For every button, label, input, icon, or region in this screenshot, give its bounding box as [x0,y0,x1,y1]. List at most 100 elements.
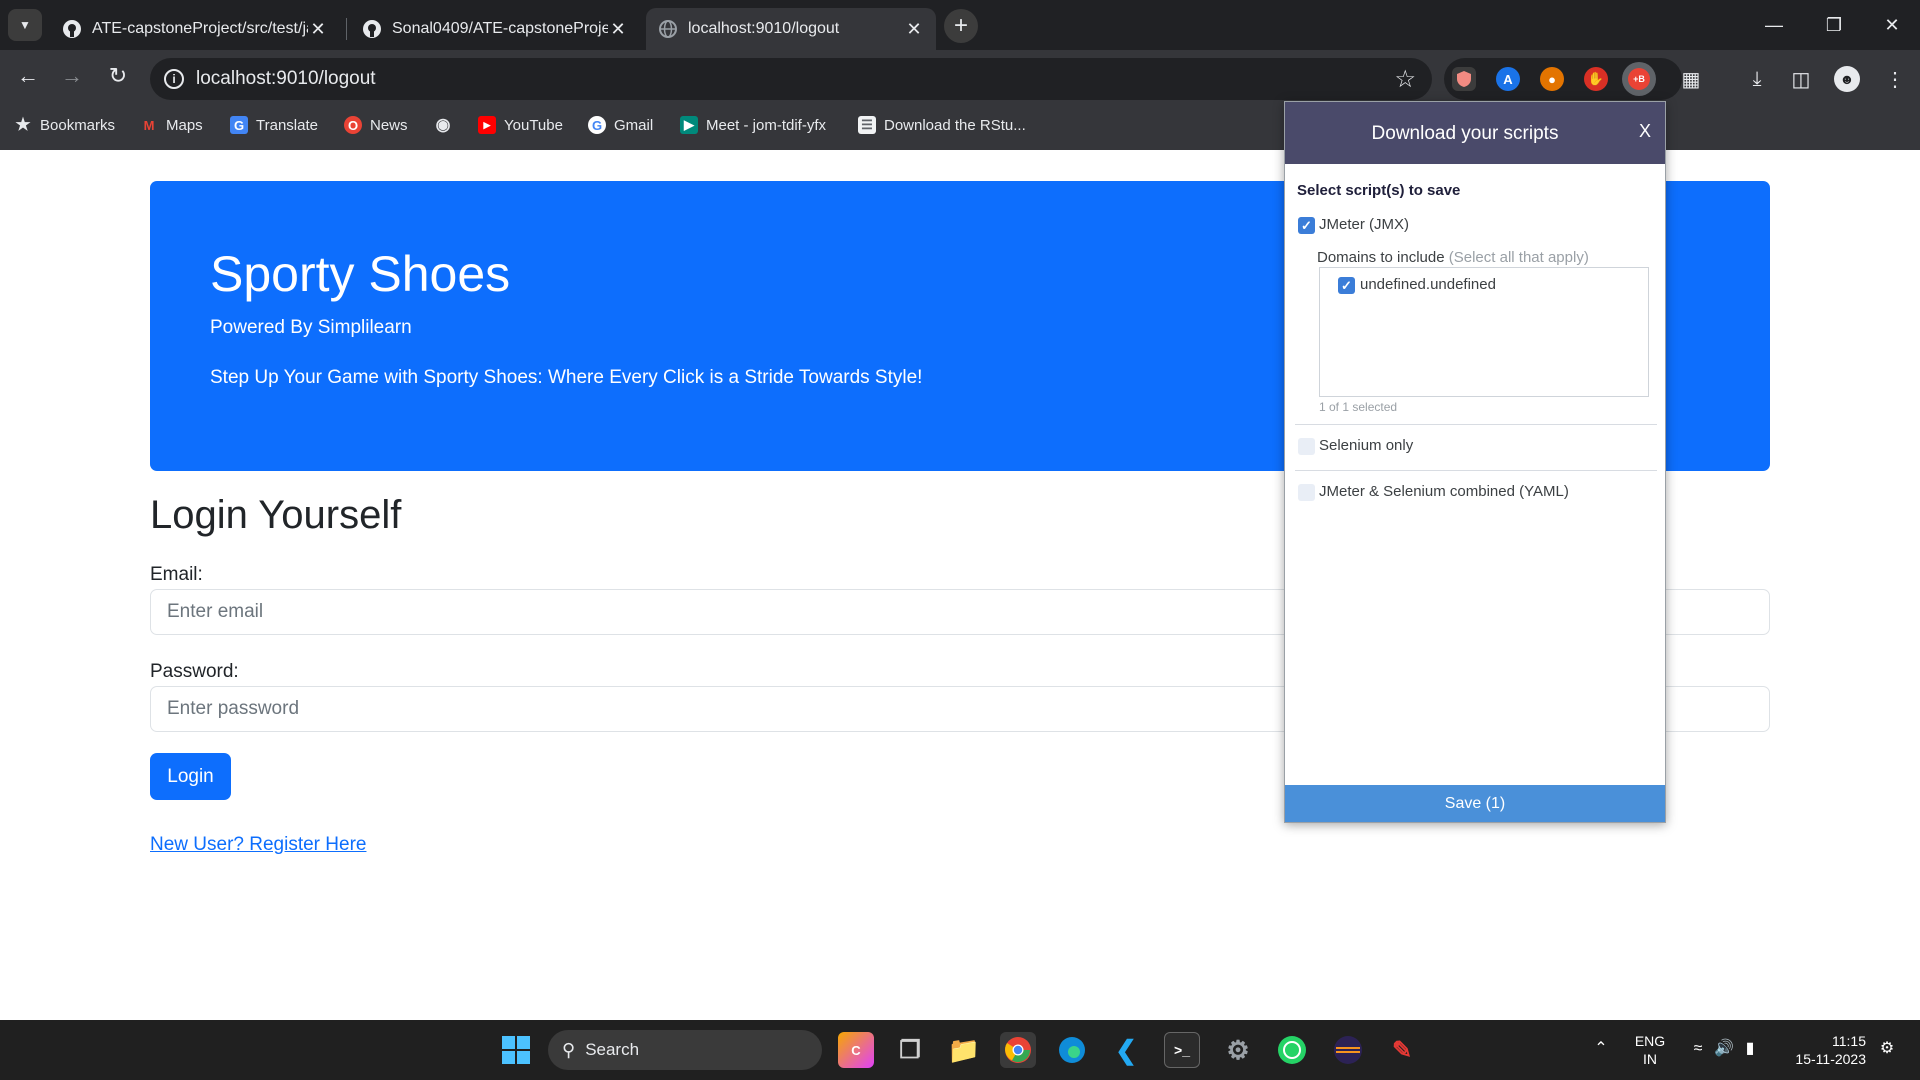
hand-extension-icon[interactable]: ✋ [1584,67,1608,91]
cookie-extension-icon[interactable]: ● [1540,67,1564,91]
chevron-down-icon: ▼ [19,18,31,32]
download-scripts-popup: Download your scripts X Select script(s)… [1284,101,1666,823]
login-button[interactable]: Login [150,753,231,800]
notification-icon[interactable]: ⚙ [1876,1040,1898,1058]
selenium-checkbox[interactable] [1298,438,1315,455]
back-button[interactable]: ← [12,60,44,92]
close-icon[interactable]: ✕ [308,19,328,40]
jmeter-checkbox[interactable]: ✓ [1298,217,1315,234]
globe-icon: ◉ [435,115,451,134]
bookmark-all[interactable]: ★ Bookmarks [14,114,115,136]
domain-label: undefined.undefined [1360,276,1496,293]
battery-icon[interactable]: ▮ [1738,1040,1762,1058]
language-line2: IN [1643,1051,1657,1067]
bookmark-globe[interactable]: ◉ [434,114,460,136]
copilot-app-icon[interactable]: C [838,1032,874,1068]
domains-label: Domains to include (Select all that appl… [1317,249,1589,266]
bookmark-gmail[interactable]: G Gmail [588,114,653,136]
close-icon[interactable]: ✕ [608,19,628,40]
language-indicator[interactable]: ENG IN [1630,1032,1670,1068]
bookmark-label: Bookmarks [40,116,116,134]
extensions-puzzle-icon[interactable]: ▦ [1678,66,1704,92]
combined-checkbox[interactable] [1298,484,1315,501]
plus-icon: + [953,12,968,39]
domains-list: ✓ undefined.undefined [1319,267,1649,397]
maps-icon: M [143,117,155,133]
meet-icon: ▶ [680,116,698,134]
bookmark-maps[interactable]: M Maps [140,114,203,136]
register-link[interactable]: New User? Register Here [150,834,366,856]
blue-extension-icon[interactable]: A [1496,67,1520,91]
bookmark-star-icon[interactable]: ☆ [1394,65,1416,94]
youtube-icon: ▶ [478,116,496,134]
github-icon [362,19,382,39]
star-icon: ★ [15,115,31,134]
tab-github-src[interactable]: ATE-capstoneProject/src/test/ja ✕ [50,8,340,50]
bookmark-label: News [370,116,408,134]
brand-title: Sporty Shoes [210,246,511,302]
close-window-button[interactable]: ✕ [1862,10,1920,40]
side-panel-icon[interactable]: ◫ [1788,66,1814,92]
bookmark-label: Meet - jom-tdif-yfx [706,116,827,134]
brand-subtitle: Powered By Simplilearn [210,317,412,338]
bookmark-meet[interactable]: ▶ Meet - jom-tdif-yfx [680,114,826,136]
chrome-app-icon[interactable] [1000,1032,1036,1068]
chevron-up-icon[interactable]: ⌃ [1590,1040,1612,1058]
google-icon: G [588,116,606,134]
bookmark-news[interactable]: O News [344,114,408,136]
close-icon[interactable]: ✕ [904,19,924,40]
blazemeter-extension-icon[interactable]: +B [1622,62,1656,96]
popup-title: Download your scripts [1371,123,1559,144]
site-info-icon[interactable]: i [164,69,184,89]
divider [1295,470,1657,471]
bookmark-label: Maps [166,116,203,134]
whatsapp-app-icon[interactable] [1274,1032,1310,1068]
new-tab-button[interactable]: + [944,9,978,43]
vscode-app-icon[interactable]: ❮ [1108,1032,1144,1068]
wifi-icon[interactable]: ≈ [1686,1040,1710,1058]
restore-button[interactable]: ❐ [1804,10,1864,40]
clock[interactable]: 11:15 15-11-2023 [1780,1032,1866,1068]
domains-label-text: Domains to include [1317,249,1445,266]
minimize-icon: — [1765,14,1783,35]
reload-button[interactable]: ↻ [102,60,134,92]
save-button[interactable]: Save (1) [1285,785,1665,822]
eclipse-app-icon[interactable] [1330,1032,1366,1068]
github-icon [62,19,82,39]
tab-title: ATE-capstoneProject/src/test/ja [92,20,308,37]
file-explorer-icon[interactable]: 📁 [946,1032,982,1068]
tab-localhost[interactable]: localhost:9010/logout ✕ [646,8,936,50]
shield-extension-icon[interactable] [1452,67,1476,91]
task-view-icon[interactable]: ❐ [892,1032,928,1068]
download-icon[interactable]: ⤓ [1744,66,1770,92]
extensions-area: A ● ✋ +B [1444,58,1682,100]
login-heading: Login Yourself [150,493,402,537]
terminal-app-icon[interactable]: >_ [1164,1032,1200,1068]
address-bar[interactable]: i localhost:9010/logout ☆ [150,58,1432,100]
clock-date: 15-11-2023 [1795,1051,1866,1067]
selected-count: 1 of 1 selected [1319,400,1398,414]
bookmark-rstudio[interactable]: ☰ Download the RStu... [858,114,1026,136]
menu-kebab-icon[interactable]: ⋮ [1882,66,1908,92]
restore-icon: ❐ [1825,14,1843,35]
close-icon: ✕ [1884,14,1900,35]
windows-icon [502,1036,530,1064]
domains-hint: (Select all that apply) [1448,249,1589,266]
bookmark-youtube[interactable]: ▶ YouTube [478,114,563,136]
avatar[interactable]: ☻ [1834,66,1860,92]
popup-close-button[interactable]: X [1639,121,1651,142]
tab-strip: ▼ ATE-capstoneProject/src/test/ja ✕ Sona… [0,0,1920,50]
domain-checkbox[interactable]: ✓ [1338,277,1355,294]
pen-app-icon[interactable]: ✎ [1384,1032,1420,1068]
taskbar-search[interactable]: ⚲ Search [548,1030,822,1070]
tab-search-button[interactable]: ▼ [8,9,42,41]
start-button[interactable] [498,1032,534,1068]
minimize-button[interactable]: — [1744,10,1804,40]
bookmark-translate[interactable]: G Translate [230,114,318,136]
settings-gear-icon[interactable]: ⚙ [1220,1032,1256,1068]
volume-icon[interactable]: 🔊 [1712,1040,1736,1058]
bookmark-label: YouTube [504,116,563,134]
tab-github-repo[interactable]: Sonal0409/ATE-capstoneProject ✕ [350,8,640,50]
forward-button[interactable]: → [56,60,88,92]
edge-app-icon[interactable] [1054,1032,1090,1068]
